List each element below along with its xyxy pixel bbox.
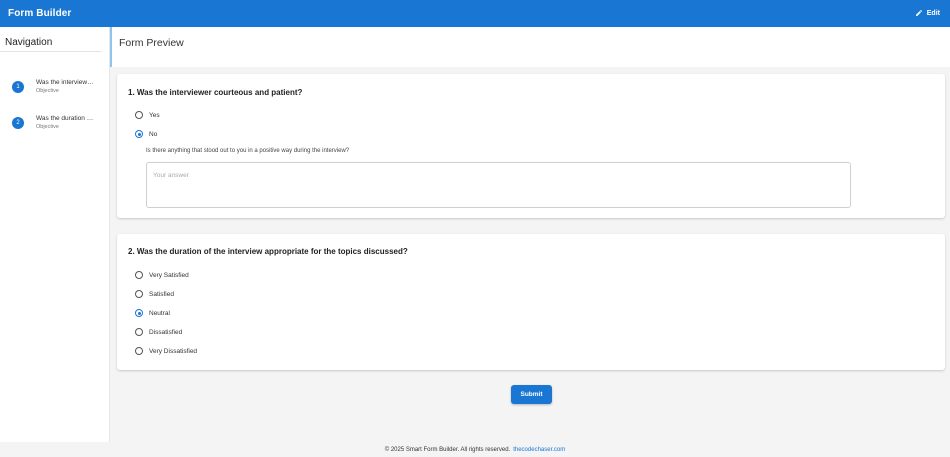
sidebar: Navigation 1 Was the interviewer courteo…	[0, 27, 110, 442]
sidebar-item-question-2[interactable]: 2 Was the duration of the interview appr…	[12, 115, 94, 130]
app-header: Form Builder Edit	[0, 0, 950, 27]
sidebar-item-type: Objective	[36, 124, 59, 130]
question-card-2: 2. Was the duration of the interview app…	[117, 234, 945, 370]
footer: © 2025 Smart Form Builder. All rights re…	[0, 442, 950, 457]
radio-option-very-satisfied[interactable]: Very Satisfied	[135, 271, 189, 279]
answer-input[interactable]	[147, 163, 850, 188]
option-label: Dissatisfied	[149, 328, 183, 336]
sidebar-item-label: Was the interviewer courteous and patien…	[36, 79, 94, 86]
footer-link[interactable]: thecodechaser.com	[513, 447, 565, 453]
sidebar-item-type: Objective	[36, 88, 59, 94]
pencil-icon	[915, 9, 923, 19]
option-label: Neutral	[149, 309, 170, 317]
radio-button[interactable]	[135, 309, 143, 317]
edit-label: Edit	[926, 10, 940, 17]
page-title: Form Preview	[119, 37, 184, 49]
copyright-text: © 2025 Smart Form Builder. All rights re…	[384, 446, 511, 453]
radio-option-very-dissatisfied[interactable]: Very Dissatisfied	[135, 347, 197, 355]
submit-button[interactable]: Submit	[511, 385, 552, 404]
radio-button[interactable]	[135, 111, 143, 119]
question-number-badge: 2	[12, 117, 24, 129]
answer-textarea[interactable]	[146, 162, 851, 208]
question-card-1: 1. Was the interviewer courteous and pat…	[117, 74, 945, 218]
question-title: 2. Was the duration of the interview app…	[128, 247, 408, 256]
radio-button[interactable]	[135, 328, 143, 336]
question-number-badge: 1	[12, 81, 24, 93]
radio-button[interactable]	[135, 290, 143, 298]
radio-button[interactable]	[135, 271, 143, 279]
option-label: Yes	[149, 111, 160, 119]
option-label: Satisfied	[149, 290, 174, 298]
radio-option-no[interactable]: No	[135, 130, 157, 138]
radio-button[interactable]	[135, 130, 143, 138]
radio-option-yes[interactable]: Yes	[135, 111, 160, 119]
edit-button[interactable]: Edit	[915, 9, 942, 19]
sidebar-item-label: Was the duration of the interview approp…	[36, 115, 94, 122]
option-label: No	[149, 130, 158, 138]
sidebar-title: Navigation	[0, 27, 101, 52]
main-header: Form Preview	[110, 27, 950, 67]
radio-option-dissatisfied[interactable]: Dissatisfied	[135, 328, 182, 336]
radio-option-neutral[interactable]: Neutral	[135, 309, 170, 317]
radio-option-satisfied[interactable]: Satisfied	[135, 290, 174, 298]
option-label: Very Dissatisfied	[149, 347, 198, 355]
followup-question-label: Is there anything that stood out to you …	[146, 148, 350, 154]
question-title: 1. Was the interviewer courteous and pat…	[128, 88, 303, 97]
sidebar-item-question-1[interactable]: 1 Was the interviewer courteous and pati…	[12, 79, 94, 94]
app-title: Form Builder	[8, 8, 72, 19]
option-label: Very Satisfied	[149, 271, 189, 279]
radio-button[interactable]	[135, 347, 143, 355]
